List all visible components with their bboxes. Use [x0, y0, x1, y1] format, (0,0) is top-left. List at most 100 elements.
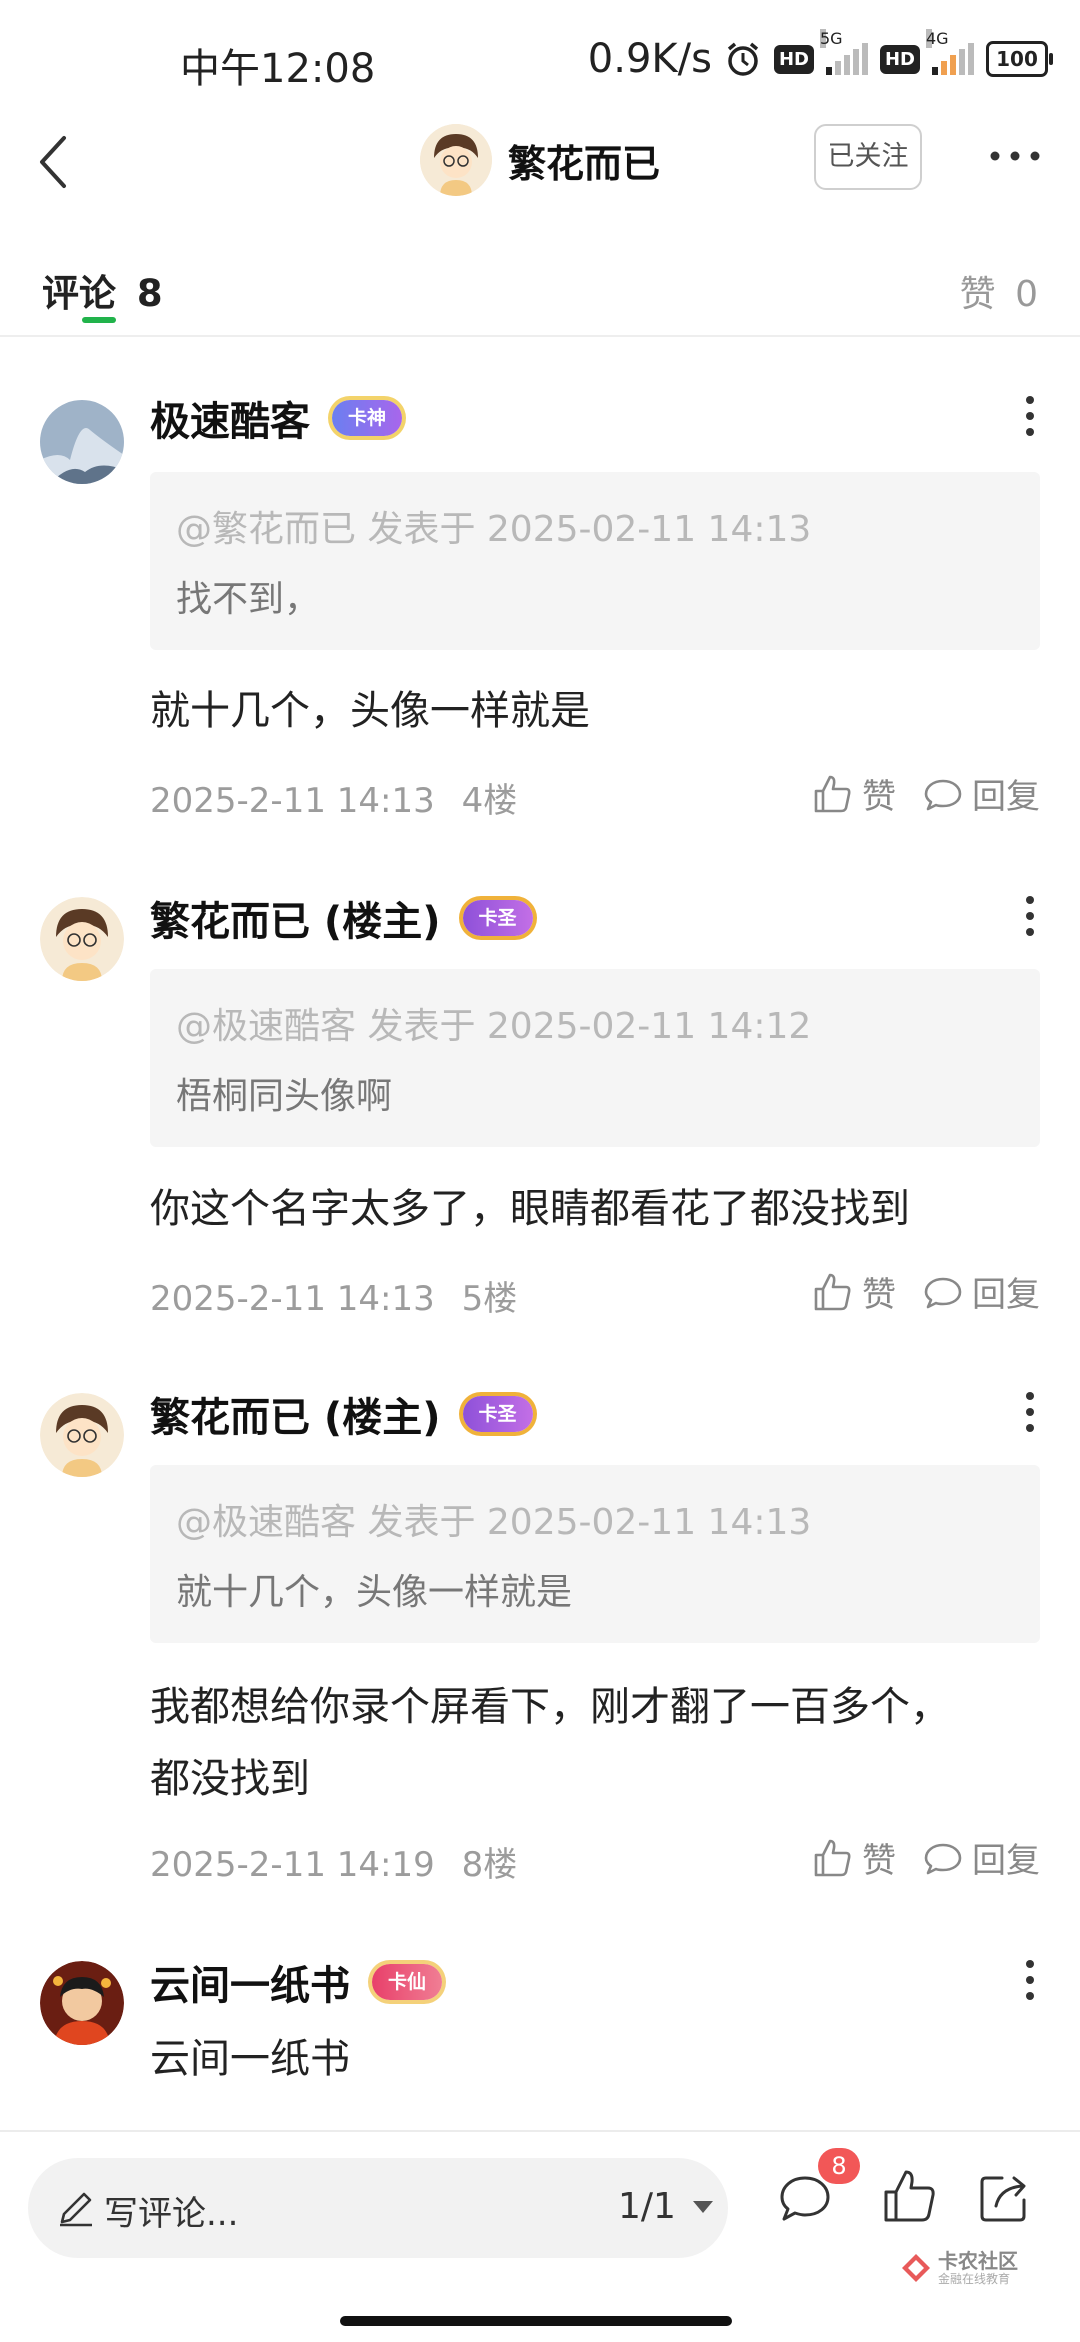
author-name[interactable]: 极速酷客	[150, 389, 310, 447]
author-name[interactable]: 繁花而已	[508, 133, 660, 188]
network-label: 4G	[926, 29, 949, 48]
network-speed: 0.9K/s	[587, 36, 712, 82]
comment-text-line: 都没找到	[150, 1756, 310, 1802]
like-label: 赞	[862, 1275, 896, 1315]
back-arrow-icon	[40, 136, 66, 188]
author-name[interactable]: 繁花而已 (楼主)	[150, 889, 441, 947]
share-icon	[980, 2176, 1026, 2222]
reply-label: 回复	[972, 1275, 1040, 1315]
signal-4g-icon: 4G	[926, 29, 974, 75]
hd-badge: HD	[879, 44, 920, 74]
kebab-menu-icon	[1026, 396, 1034, 436]
comment-author[interactable]: 极速酷客 卡神	[150, 389, 403, 447]
avatar[interactable]	[40, 400, 124, 484]
thumb-up-icon	[814, 775, 851, 812]
watermark-logo-icon	[900, 2252, 932, 2284]
like-button[interactable]: 赞	[812, 1833, 896, 1882]
tab-comments[interactable]: 评论 8	[42, 263, 163, 317]
comment-item: 繁花而已 (楼主) 卡圣 @极速酷客 发表于 2025-02-11 14:13 …	[0, 1353, 1080, 1923]
thumb-up-icon	[814, 1273, 851, 1310]
author-name[interactable]: 云间一纸书	[150, 1953, 350, 2011]
avatar[interactable]	[40, 1961, 124, 2045]
back-button[interactable]	[24, 120, 94, 200]
reply-label: 回复	[972, 777, 1040, 817]
comment-text: 就十几个，头像一样就是	[150, 688, 590, 734]
quote-meta: @繁花而已 发表于 2025-02-11 14:13	[176, 509, 812, 550]
quote-meta: @极速酷客 发表于 2025-02-11 14:12	[176, 1006, 812, 1047]
watermark: 卡农社区 金融在线教育	[900, 2250, 1018, 2286]
comment-actions: 赞 回复	[812, 1833, 1040, 1882]
reply-bubble-icon	[924, 779, 962, 810]
pencil-icon	[60, 2192, 92, 2227]
bottom-bar: 写评论... 1/1 8 卡农社区 金融在线教育	[0, 2130, 1080, 2342]
like-label: 赞	[862, 777, 896, 817]
like-button[interactable]: 赞	[812, 1267, 896, 1316]
comment-author[interactable]: 繁花而已 (楼主) 卡圣	[150, 889, 533, 947]
comment-author[interactable]: 繁花而已 (楼主) 卡圣	[150, 1385, 533, 1443]
watermark-subtitle: 金融在线教育	[938, 2272, 1011, 2286]
reply-label: 回复	[972, 1841, 1040, 1881]
like-icon	[884, 2170, 935, 2222]
comment-item: 极速酷客 卡神 @繁花而已 发表于 2025-02-11 14:13 找不到， …	[0, 337, 1080, 859]
reply-button[interactable]: 回复	[922, 1833, 1040, 1882]
author-info[interactable]: 繁花而已	[420, 120, 660, 200]
quote-text: 梧桐同头像啊	[176, 1076, 393, 1117]
hd-badge: HD	[773, 44, 814, 74]
tab-comments-count: 8	[136, 272, 163, 315]
quote-text: 就十几个，头像一样就是	[176, 1572, 573, 1613]
reply-bubble-icon	[924, 1277, 962, 1308]
watermark-text: 卡农社区 金融在线教育	[938, 2250, 1018, 2286]
comment-menu-button[interactable]	[1015, 1956, 1045, 2006]
comment-text: 我都想给你录个屏看下，刚才翻了一百多个， 都没找到	[150, 1671, 1040, 1815]
quoted-comment[interactable]: @极速酷客 发表于 2025-02-11 14:13 就十几个，头像一样就是	[150, 1465, 1040, 1643]
tab-comments-label: 评论	[42, 272, 116, 315]
tab-likes[interactable]: 赞 0	[960, 265, 1038, 317]
signal-5g-icon: 5G	[819, 29, 868, 75]
like-button[interactable]: 赞	[812, 769, 896, 818]
reply-bubble-icon	[924, 1843, 962, 1874]
level-badge: 卡神	[332, 400, 403, 436]
comment-floor: 4楼	[461, 781, 518, 821]
battery-icon: 100	[986, 41, 1053, 77]
comment-floor: 5楼	[461, 1279, 518, 1319]
like-label: 赞	[862, 1841, 896, 1881]
follow-button[interactable]: 已关注	[814, 124, 922, 190]
watermark-title: 卡农社区	[938, 2249, 1018, 2273]
top-nav: 繁花而已 已关注	[0, 110, 1080, 210]
level-badge: 卡仙	[372, 1964, 443, 2000]
kebab-menu-icon	[1026, 1960, 1034, 2000]
tabs-bar: 评论 8 赞 0	[0, 255, 1080, 337]
comment-floor: 8楼	[461, 1845, 518, 1885]
reply-button[interactable]: 回复	[922, 769, 1040, 818]
kebab-menu-icon	[1026, 896, 1034, 936]
page-indicator: 1/1	[618, 2186, 676, 2227]
avatar[interactable]	[40, 897, 124, 981]
author-name[interactable]: 繁花而已 (楼主)	[150, 1385, 441, 1443]
comment-menu-button[interactable]	[1015, 392, 1045, 442]
quoted-comment[interactable]: @繁花而已 发表于 2025-02-11 14:13 找不到，	[150, 472, 1040, 650]
quoted-comment[interactable]: @极速酷客 发表于 2025-02-11 14:12 梧桐同头像啊	[150, 969, 1040, 1147]
more-button[interactable]	[985, 136, 1045, 176]
home-indicator[interactable]	[340, 2316, 732, 2326]
avatar[interactable]	[420, 124, 492, 196]
reply-button[interactable]: 回复	[922, 1267, 1040, 1316]
tab-active-indicator	[82, 317, 116, 323]
quote-text: 找不到，	[176, 579, 321, 620]
comment-input[interactable]: 写评论... 1/1	[28, 2158, 728, 2258]
comment-time: 2025-2-11 14:13	[150, 1279, 435, 1319]
comment-count-badge: 8	[818, 2148, 860, 2184]
avatar[interactable]	[40, 1393, 124, 1477]
like-post-button[interactable]	[880, 2166, 940, 2226]
comment-meta: 2025-2-11 14:19 8楼	[150, 1837, 517, 1886]
comment-text: 云间一纸书	[150, 2036, 350, 2082]
status-bar: 中午12:08 0.9K/s HD 5G HD 4G 100	[0, 0, 1080, 120]
comment-author[interactable]: 云间一纸书 卡仙	[150, 1953, 443, 2011]
tab-likes-label: 赞	[959, 274, 996, 315]
comment-meta: 2025-2-11 14:13 4楼	[150, 773, 517, 822]
share-button[interactable]	[976, 2168, 1034, 2226]
comment-time: 2025-2-11 14:19	[150, 1845, 435, 1885]
comment-actions: 赞 回复	[812, 769, 1040, 818]
page-selector[interactable]: 1/1	[618, 2186, 716, 2227]
comment-menu-button[interactable]	[1015, 1388, 1045, 1438]
comment-menu-button[interactable]	[1015, 892, 1045, 942]
